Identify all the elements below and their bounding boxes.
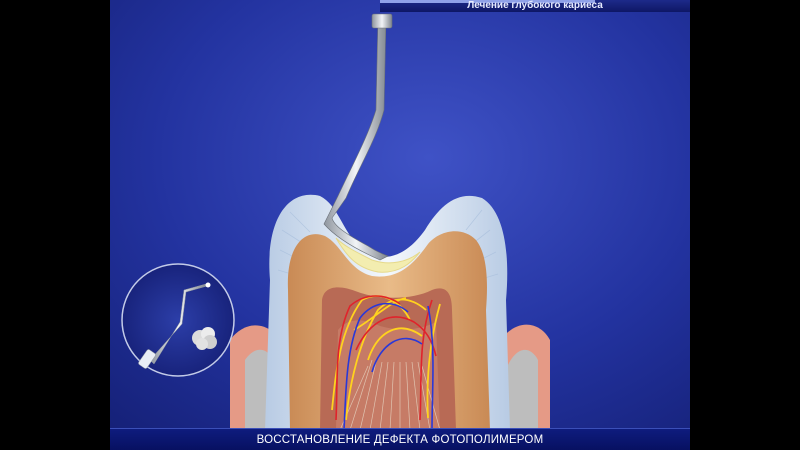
- caption-bar: ВОССТАНОВЛЕНИЕ ДЕФЕКТА ФОТОПОЛИМЕРОМ: [110, 428, 690, 450]
- animation-stage: Лечение глубокого кариеса ВОССТАНОВЛЕНИЕ…: [110, 0, 690, 450]
- title-bar: Лечение глубокого кариеса: [380, 0, 690, 12]
- inset-applicator-view: [121, 263, 235, 377]
- tooth-illustration: [110, 0, 690, 450]
- step-caption: ВОССТАНОВЛЕНИЕ ДЕФЕКТА ФОТОПОЛИМЕРОМ: [256, 434, 544, 446]
- lesson-title: Лечение глубокого кариеса: [467, 0, 603, 11]
